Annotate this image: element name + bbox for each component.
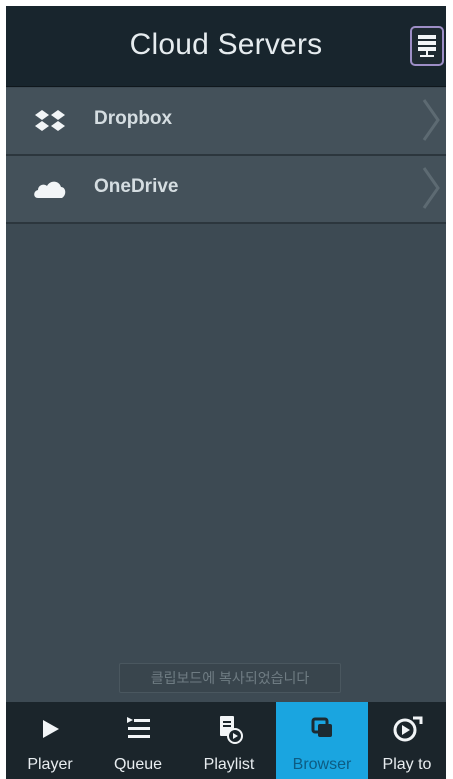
server-item-onedrive[interactable]: OneDrive — [6, 156, 446, 224]
tab-play-to[interactable]: Play to — [368, 702, 446, 779]
tab-label: Playlist — [203, 756, 255, 773]
server-item-dropbox[interactable]: Dropbox — [6, 88, 446, 156]
server-menu-button[interactable] — [410, 26, 444, 66]
app-screen: Cloud Servers Dropbox OneDrive 클립보드에 복사되… — [6, 6, 446, 779]
tab-label: Queue — [113, 756, 163, 773]
onedrive-cloud-icon — [34, 181, 66, 198]
play-icon — [43, 720, 59, 738]
dropbox-icon — [35, 110, 65, 131]
queue-list-icon — [127, 717, 150, 738]
chevron-right-icon — [422, 167, 440, 209]
playlist-icon — [220, 716, 243, 744]
chevron-right-icon — [422, 99, 440, 141]
tab-label: Browser — [292, 756, 352, 773]
tab-playlist[interactable]: Playlist — [182, 702, 276, 779]
bottom-tab-bar: Player Queue Playlist Browser Play to — [6, 702, 446, 779]
server-label: OneDrive — [94, 176, 179, 197]
server-label: Dropbox — [94, 108, 173, 129]
tab-player[interactable]: Player — [6, 702, 94, 779]
tab-label: Play to — [382, 756, 432, 773]
tab-queue[interactable]: Queue — [94, 702, 182, 779]
play-to-icon — [393, 716, 423, 742]
header-bar: Cloud Servers — [6, 6, 446, 87]
server-list-icon — [418, 35, 436, 57]
tab-label: Player — [27, 756, 73, 773]
cloud-server-list: Dropbox OneDrive — [6, 88, 446, 224]
clipboard-toast: 클립보드에 복사되었습니다 — [119, 663, 341, 693]
page-title: Cloud Servers — [129, 28, 323, 61]
tab-browser[interactable]: Browser — [276, 702, 368, 779]
browser-icon — [311, 717, 332, 737]
